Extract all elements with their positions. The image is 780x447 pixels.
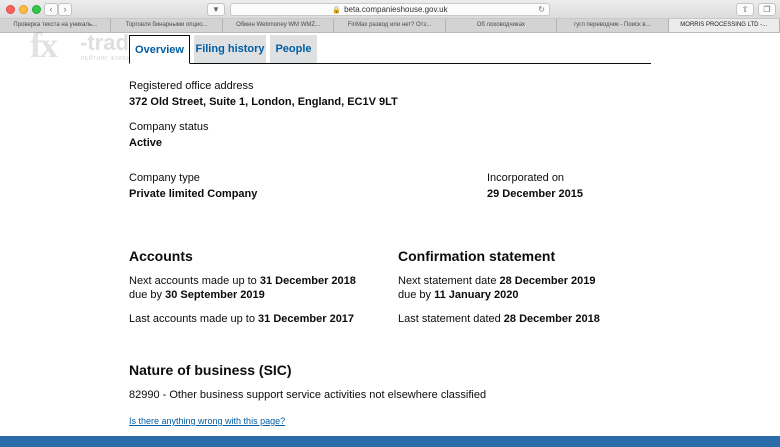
tab-filing-history[interactable]: Filing history <box>194 35 266 63</box>
accounts-due-prefix: due by <box>129 289 166 301</box>
company-status-value: Active <box>129 137 163 149</box>
accounts-last-date: 31 December 2017 <box>258 313 355 325</box>
accounts-next-prefix: Next accounts made up to <box>129 275 260 287</box>
browser-tab[interactable]: Обмен Webmoney WM WMZ... <box>223 19 335 32</box>
confirmation-next: Next statement date 28 December 2019 <box>398 275 596 287</box>
accounts-next: Next accounts made up to 31 December 201… <box>129 275 356 287</box>
tabs-icon: ❐ <box>763 5 771 14</box>
share-icon: ⇧ <box>741 5 749 14</box>
browser-tab[interactable]: Об лоховодчиках <box>446 19 558 32</box>
chevron-right-icon: › <box>63 4 67 14</box>
confirmation-heading: Confirmation statement <box>398 248 556 264</box>
nature-heading: Nature of business (SIC) <box>129 362 292 378</box>
forward-button[interactable]: › <box>58 3 72 16</box>
tab-people[interactable]: People <box>270 35 317 63</box>
confirmation-next-prefix: Next statement date <box>398 275 500 287</box>
accounts-heading: Accounts <box>129 248 193 264</box>
confirmation-last-date: 28 December 2018 <box>503 313 600 325</box>
confirmation-next-date: 28 December 2019 <box>499 275 596 287</box>
browser-tab[interactable]: FinMax развод или нет? Отз... <box>334 19 446 32</box>
chevron-left-icon: ‹ <box>49 4 53 14</box>
browser-tab-strip: Проверка текста на уникаль... Торговля б… <box>0 19 780 33</box>
company-status-label: Company status <box>129 121 209 133</box>
browser-tab[interactable]: гугл переводчик - Поиск в... <box>557 19 669 32</box>
registered-office-value: 372 Old Street, Suite 1, London, England… <box>129 96 398 108</box>
incorporated-value: 29 December 2015 <box>487 188 584 200</box>
tab-overview[interactable]: Overview <box>129 35 190 64</box>
share-button[interactable]: ⇧ <box>736 3 754 16</box>
browser-tab-active[interactable]: MORRIS PROCESSING LTD -... <box>668 19 780 32</box>
minimize-window-button[interactable] <box>19 5 28 14</box>
shield-icon: ▼ <box>212 5 220 14</box>
confirmation-last: Last statement dated 28 December 2018 <box>398 313 600 325</box>
confirmation-due-date: 11 January 2020 <box>434 289 519 301</box>
accounts-last-prefix: Last accounts made up to <box>129 313 259 325</box>
reload-icon[interactable]: ↻ <box>538 4 545 15</box>
company-type-value: Private limited Company <box>129 188 258 200</box>
zoom-window-button[interactable] <box>32 5 41 14</box>
extension-button[interactable]: ▼ <box>207 3 225 16</box>
company-tabs: Filing history People Overview <box>129 35 651 64</box>
confirmation-due-prefix: due by <box>398 289 435 301</box>
accounts-due-date: 30 September 2019 <box>165 289 265 301</box>
sic-code-value: 82990 - Other business support service a… <box>129 389 487 401</box>
browser-tab[interactable]: Проверка текста на уникаль... <box>0 19 112 32</box>
show-tabs-button[interactable]: ❐ <box>758 3 776 16</box>
confirmation-last-prefix: Last statement dated <box>398 313 504 325</box>
browser-toolbar: ‹ › ▼ 🔒 beta.companieshouse.gov.uk ↻ ⇧ ❐ <box>0 0 780 19</box>
accounts-due: due by 30 September 2019 <box>129 289 265 301</box>
accounts-next-date: 31 December 2018 <box>259 275 356 287</box>
address-text: beta.companieshouse.gov.uk <box>344 5 448 14</box>
company-type-label: Company type <box>129 172 200 184</box>
accounts-last: Last accounts made up to 31 December 201… <box>129 313 354 325</box>
browser-tab[interactable]: Торговля бинарными опцио... <box>111 19 223 32</box>
report-problem-link[interactable]: Is there anything wrong with this page? <box>129 416 285 426</box>
back-button[interactable]: ‹ <box>44 3 58 16</box>
lock-icon: 🔒 <box>332 7 342 14</box>
close-window-button[interactable] <box>6 5 15 14</box>
footer-bar <box>0 436 780 447</box>
registered-office-label: Registered office address <box>129 80 254 92</box>
address-bar[interactable]: 🔒 beta.companieshouse.gov.uk ↻ <box>230 3 550 16</box>
confirmation-due: due by 11 January 2020 <box>398 289 519 301</box>
incorporated-label: Incorporated on <box>487 172 565 184</box>
